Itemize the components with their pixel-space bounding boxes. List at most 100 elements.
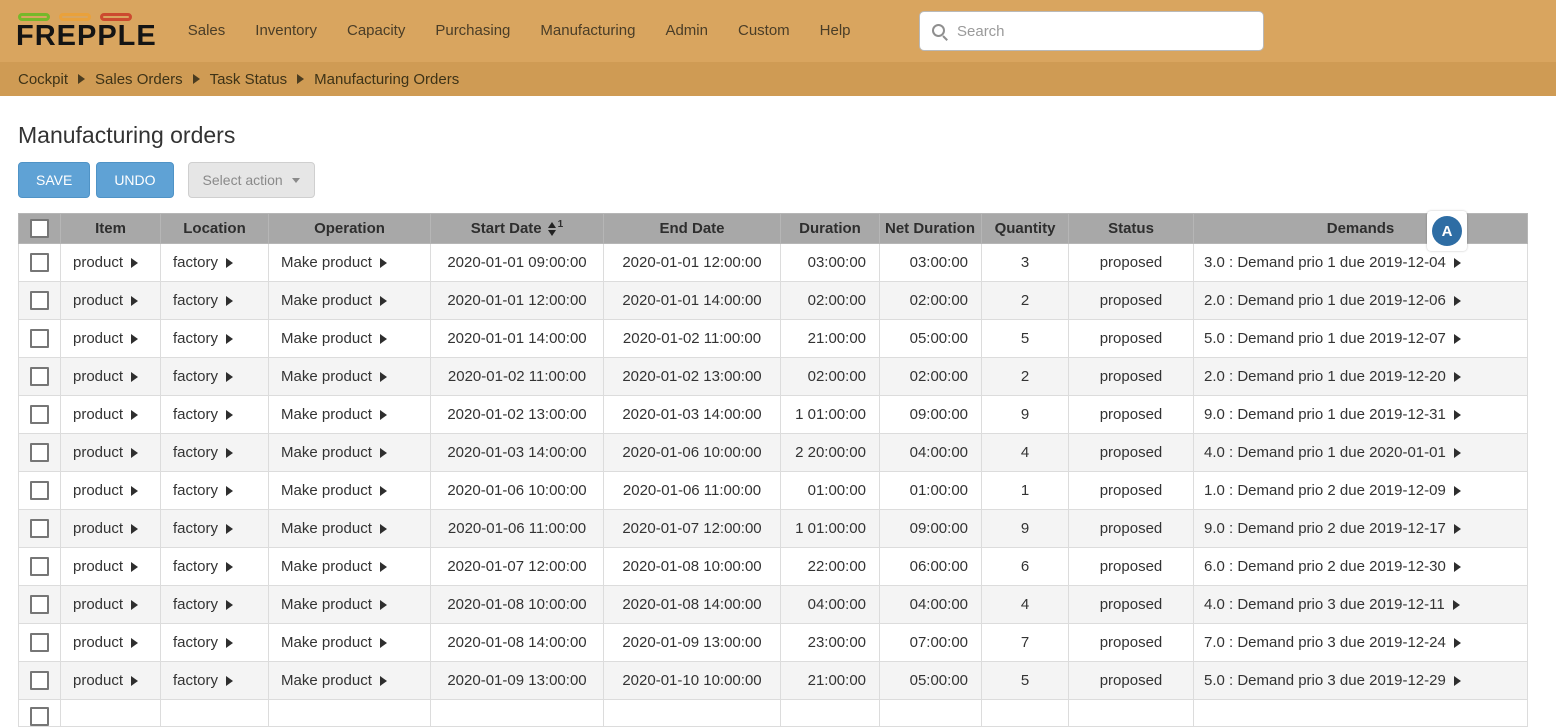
context-menu-icon[interactable] [226,600,233,610]
operation-link[interactable]: Make product [281,292,372,309]
item-link[interactable]: product [73,330,123,347]
breadcrumb-manufacturing-orders[interactable]: Manufacturing Orders [314,71,459,88]
end-date-cell[interactable]: 2020-01-06 11:00:00 [604,472,781,510]
end-date-cell[interactable]: 2020-01-01 12:00:00 [604,244,781,282]
demand-link[interactable]: 1.0 : Demand prio 2 due 2019-12-09 [1204,482,1446,499]
status-cell[interactable]: proposed [1069,358,1194,396]
operation-link[interactable]: Make product [281,444,372,461]
operation-link[interactable]: Make product [281,558,372,575]
breadcrumb-sales-orders[interactable]: Sales Orders [95,71,183,88]
location-link[interactable]: factory [173,520,218,537]
row-checkbox[interactable] [30,557,49,576]
status-cell[interactable]: proposed [1069,586,1194,624]
location-link[interactable]: factory [173,444,218,461]
end-date-cell[interactable]: 2020-01-06 10:00:00 [604,434,781,472]
col-net-duration[interactable]: Net Duration [880,214,982,244]
search-box[interactable] [919,11,1264,51]
row-checkbox[interactable] [30,443,49,462]
menu-inventory[interactable]: Inventory [240,0,332,62]
operation-link[interactable]: Make product [281,254,372,271]
context-menu-icon[interactable] [131,638,138,648]
quantity-cell[interactable]: 4 [982,586,1069,624]
end-date-cell[interactable]: 2020-01-10 10:00:00 [604,662,781,700]
demand-link[interactable]: 4.0 : Demand prio 1 due 2020-01-01 [1204,444,1446,461]
end-date-cell[interactable]: 2020-01-03 14:00:00 [604,396,781,434]
quantity-cell[interactable]: 4 [982,434,1069,472]
save-button[interactable]: SAVE [18,162,90,198]
item-link[interactable]: product [73,444,123,461]
context-menu-icon[interactable] [226,486,233,496]
context-menu-icon[interactable] [131,676,138,686]
context-menu-icon[interactable] [1454,486,1461,496]
location-link[interactable]: factory [173,330,218,347]
row-checkbox[interactable] [30,253,49,272]
demand-link[interactable]: 9.0 : Demand prio 2 due 2019-12-17 [1204,520,1446,537]
location-link[interactable]: factory [173,292,218,309]
quantity-cell[interactable]: 5 [982,662,1069,700]
demand-link[interactable]: 7.0 : Demand prio 3 due 2019-12-24 [1204,634,1446,651]
search-input[interactable] [955,22,1251,41]
quantity-cell[interactable]: 2 [982,282,1069,320]
col-start-date[interactable]: Start Date 1 [431,214,604,244]
menu-custom[interactable]: Custom [723,0,805,62]
start-date-cell[interactable]: 2020-01-03 14:00:00 [431,434,604,472]
context-menu-icon[interactable] [131,562,138,572]
context-menu-icon[interactable] [226,676,233,686]
row-checkbox[interactable] [30,405,49,424]
start-date-cell[interactable]: 2020-01-08 14:00:00 [431,624,604,662]
context-menu-icon[interactable] [1454,372,1461,382]
menu-admin[interactable]: Admin [650,0,723,62]
menu-capacity[interactable]: Capacity [332,0,420,62]
context-menu-icon[interactable] [380,486,387,496]
demand-link[interactable]: 3.0 : Demand prio 1 due 2019-12-04 [1204,254,1446,271]
quantity-cell[interactable]: 1 [982,472,1069,510]
row-checkbox[interactable] [30,519,49,538]
row-checkbox[interactable] [30,329,49,348]
operation-link[interactable]: Make product [281,406,372,423]
operation-link[interactable]: Make product [281,596,372,613]
breadcrumb-cockpit[interactable]: Cockpit [18,71,68,88]
context-menu-icon[interactable] [1454,448,1461,458]
start-date-cell[interactable]: 2020-01-01 14:00:00 [431,320,604,358]
context-menu-icon[interactable] [226,258,233,268]
col-operation[interactable]: Operation [269,214,431,244]
location-link[interactable]: factory [173,596,218,613]
status-cell[interactable]: proposed [1069,472,1194,510]
item-link[interactable]: product [73,368,123,385]
status-cell[interactable]: proposed [1069,282,1194,320]
status-cell[interactable]: proposed [1069,510,1194,548]
context-menu-icon[interactable] [1454,676,1461,686]
item-link[interactable]: product [73,672,123,689]
context-menu-icon[interactable] [380,448,387,458]
end-date-cell[interactable]: 2020-01-02 13:00:00 [604,358,781,396]
demand-link[interactable]: 2.0 : Demand prio 1 due 2019-12-06 [1204,292,1446,309]
location-link[interactable]: factory [173,672,218,689]
start-date-cell[interactable]: 2020-01-01 09:00:00 [431,244,604,282]
menu-manufacturing[interactable]: Manufacturing [525,0,650,62]
demand-link[interactable]: 9.0 : Demand prio 1 due 2019-12-31 [1204,406,1446,423]
context-menu-icon[interactable] [226,562,233,572]
select-all-checkbox[interactable] [30,219,49,238]
status-cell[interactable]: proposed [1069,320,1194,358]
item-link[interactable]: product [73,406,123,423]
col-item[interactable]: Item [61,214,161,244]
location-link[interactable]: factory [173,368,218,385]
context-menu-icon[interactable] [131,486,138,496]
context-menu-icon[interactable] [380,334,387,344]
operation-link[interactable]: Make product [281,634,372,651]
undo-button[interactable]: UNDO [96,162,173,198]
context-menu-icon[interactable] [131,296,138,306]
context-menu-icon[interactable] [380,676,387,686]
start-date-cell[interactable]: 2020-01-07 12:00:00 [431,548,604,586]
item-link[interactable]: product [73,520,123,537]
quantity-cell[interactable]: 7 [982,624,1069,662]
status-cell[interactable]: proposed [1069,434,1194,472]
location-link[interactable]: factory [173,254,218,271]
context-menu-icon[interactable] [380,600,387,610]
location-link[interactable]: factory [173,634,218,651]
quantity-cell[interactable]: 2 [982,358,1069,396]
demand-link[interactable]: 2.0 : Demand prio 1 due 2019-12-20 [1204,368,1446,385]
quantity-cell[interactable]: 6 [982,548,1069,586]
menu-help[interactable]: Help [805,0,866,62]
status-cell[interactable]: proposed [1069,624,1194,662]
